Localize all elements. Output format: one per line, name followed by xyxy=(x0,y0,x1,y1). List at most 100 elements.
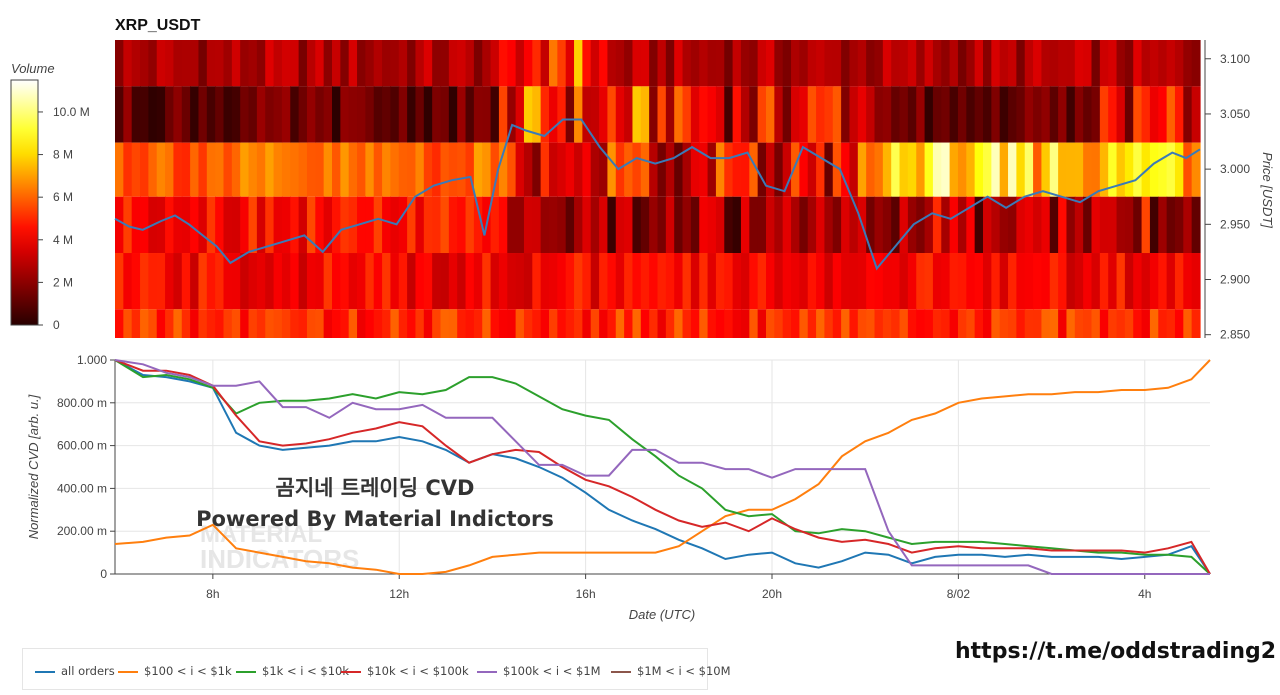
heatmap-cell xyxy=(799,196,809,254)
heatmap-cell xyxy=(190,40,200,87)
heatmap-cell xyxy=(165,309,175,338)
heatmap-cell xyxy=(832,196,842,254)
heatmap-cell xyxy=(974,142,984,197)
heatmap-cell xyxy=(148,253,158,310)
heatmap-cell xyxy=(1108,196,1118,254)
legend-item[interactable]: $10k < i < $100k xyxy=(341,664,469,678)
heatmap-cell xyxy=(198,86,208,143)
heatmap-cell xyxy=(1083,196,1093,254)
heatmap-cell xyxy=(565,196,575,254)
heatmap-cell xyxy=(1191,86,1201,143)
colorbar xyxy=(10,79,39,326)
heatmap-cell xyxy=(173,142,183,197)
legend-item[interactable]: $100k < i < $1M xyxy=(477,664,601,678)
heatmap-cell xyxy=(607,253,617,310)
heatmap-cell xyxy=(807,253,817,310)
heatmap-cell xyxy=(624,196,634,254)
heatmap-cell xyxy=(223,309,233,338)
heatmap-cell xyxy=(807,40,817,87)
heatmap-cell xyxy=(740,142,750,197)
heatmap-cell xyxy=(1191,309,1201,338)
heatmap-cell xyxy=(523,40,533,87)
heatmap-cell xyxy=(640,253,650,310)
legend: all orders $100 < i < $1k $1k < i < $10k $1… xyxy=(22,648,731,690)
heatmap-cell xyxy=(340,142,350,197)
heatmap-cell xyxy=(1124,40,1134,87)
heatmap-cell xyxy=(991,86,1001,143)
heatmap-cell xyxy=(298,40,308,87)
heatmap-cell xyxy=(557,86,567,143)
heatmap-cell xyxy=(740,196,750,254)
legend-item[interactable]: $1M < i < $10M xyxy=(611,664,731,678)
heatmap-cell xyxy=(523,196,533,254)
heatmap-cell xyxy=(766,40,775,87)
heatmap-cell xyxy=(707,196,717,254)
heatmap-cell xyxy=(256,196,266,254)
heatmap-cell xyxy=(332,86,341,143)
heatmap-cell xyxy=(724,309,734,338)
heatmap-cell xyxy=(140,40,149,87)
cvd-x-tick-label: 20h xyxy=(762,587,782,601)
heatmap-cell xyxy=(440,196,450,254)
heatmap-cell xyxy=(298,86,308,143)
heatmap-cell xyxy=(365,253,375,310)
colorbar-tick-label: 2 M xyxy=(53,275,73,289)
heatmap-cell xyxy=(156,86,166,143)
heatmap-cell xyxy=(907,40,917,87)
heatmap-cell xyxy=(999,309,1009,338)
heatmap-cell xyxy=(607,142,617,197)
heatmap-cell xyxy=(482,142,492,197)
colorbar-tick-label: 8 M xyxy=(53,148,73,162)
heatmap-cell xyxy=(448,40,458,87)
heatmap-cell xyxy=(156,142,166,197)
heatmap-cell xyxy=(1183,309,1193,338)
heatmap-cell xyxy=(732,40,742,87)
legend-item[interactable]: all orders xyxy=(35,664,115,678)
heatmap-cell xyxy=(1183,40,1193,87)
heatmap-cell xyxy=(398,253,408,310)
heatmap-cell xyxy=(1016,196,1026,254)
heatmap-cell xyxy=(523,309,533,338)
heatmap-cell xyxy=(715,142,725,197)
heatmap-cell xyxy=(1149,86,1159,143)
legend-item[interactable]: $1k < i < $10k xyxy=(236,664,349,678)
heatmap-cell xyxy=(899,309,909,338)
heatmap-cell xyxy=(782,86,792,143)
heatmap-cell xyxy=(1008,309,1017,338)
heatmap-cell xyxy=(390,86,400,143)
heatmap-cell xyxy=(891,253,901,310)
heatmap-cell xyxy=(490,309,500,338)
telegram-link[interactable]: https://t.me/oddstrading2 xyxy=(955,639,1276,664)
heatmap-cell xyxy=(190,86,200,143)
heatmap-cell xyxy=(315,142,325,197)
heatmap-cell xyxy=(265,40,275,87)
heatmap-cell xyxy=(1158,40,1168,87)
heatmap-cell xyxy=(273,309,283,338)
heatmap-cell xyxy=(724,142,734,197)
heatmap-cell xyxy=(215,86,225,143)
heatmap-cell xyxy=(707,142,717,197)
heatmap-cell xyxy=(1099,253,1109,310)
heatmap-cell xyxy=(924,309,934,338)
heatmap-cell xyxy=(1083,142,1093,197)
heatmap-cell xyxy=(1033,309,1043,338)
heatmap-cell xyxy=(532,40,542,87)
heatmap-cell xyxy=(298,142,308,197)
heatmap-cell xyxy=(565,309,575,338)
heatmap-cell xyxy=(1108,309,1118,338)
heatmap-cell xyxy=(473,142,483,197)
heatmap-cell xyxy=(632,142,642,197)
heatmap-cell xyxy=(306,309,316,338)
heatmap-cell xyxy=(1033,86,1043,143)
heatmap-cell xyxy=(290,309,300,338)
legend-item[interactable]: $100 < i < $1k xyxy=(118,664,232,678)
colorbar-tick-label: 4 M xyxy=(53,233,73,247)
heatmap-cell xyxy=(949,40,959,87)
heatmap-cell xyxy=(1058,309,1068,338)
heatmap-cell xyxy=(857,309,867,338)
heatmap-cell xyxy=(1024,309,1034,338)
heatmap-cell xyxy=(1099,309,1109,338)
heatmap-cell xyxy=(640,86,650,143)
heatmap-cell xyxy=(599,253,609,310)
heatmap-cell xyxy=(415,309,425,338)
